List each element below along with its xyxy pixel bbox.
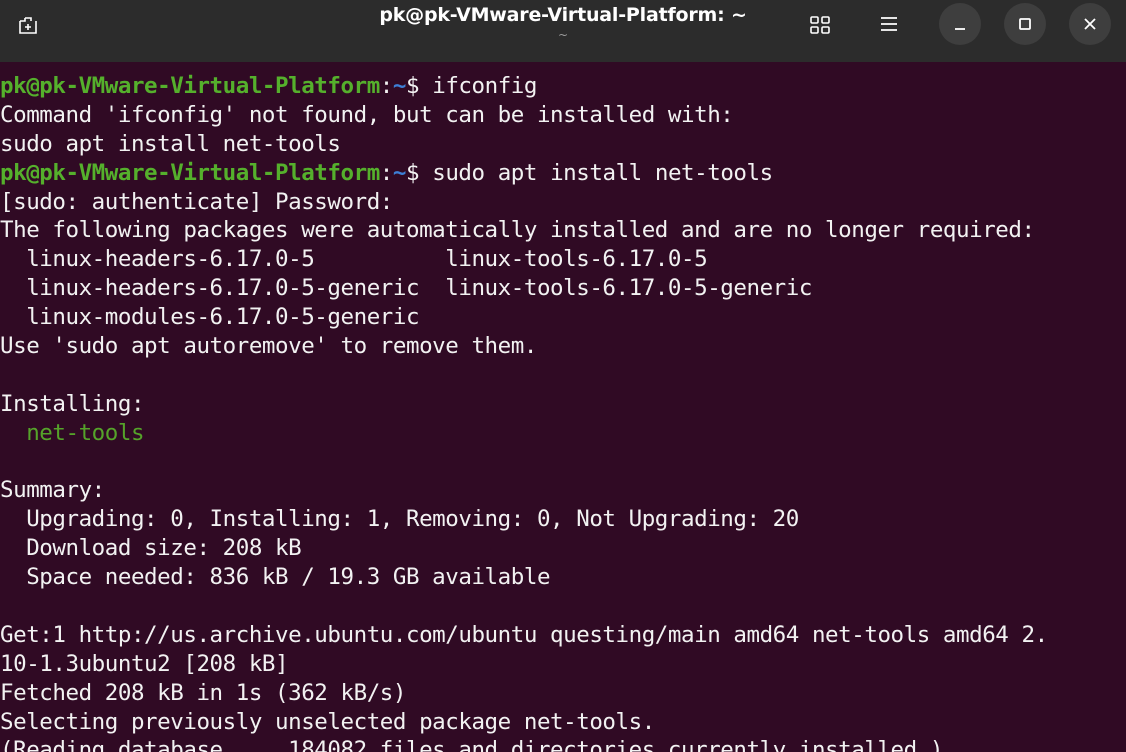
command-text: sudo apt install net-tools xyxy=(432,159,773,186)
view-button[interactable] xyxy=(806,12,834,38)
close-icon xyxy=(1084,18,1096,30)
grid-view-icon xyxy=(810,16,830,34)
output-line: The following packages were automaticall… xyxy=(0,217,1035,244)
output-line: 10-1.3ubuntu2 [208 kB] xyxy=(0,650,289,677)
output-line: Use 'sudo apt autoremove' to remove them… xyxy=(0,333,537,360)
prompt-dollar: $ xyxy=(406,159,433,186)
maximize-icon xyxy=(1019,18,1031,30)
terminal-output[interactable]: pk@pk-VMware-Virtual-Platform:~$ ifconfi… xyxy=(0,62,1126,752)
output-line: (Reading database ... 184082 files and d… xyxy=(0,737,943,752)
output-line: Command 'ifconfig' not found, but can be… xyxy=(0,101,734,128)
output-line: linux-modules-6.17.0-5-generic xyxy=(0,304,420,331)
prompt-user-host: pk@pk-VMware-Virtual-Platform xyxy=(0,73,380,99)
prompt-path: ~ xyxy=(392,159,407,186)
prompt-colon: : xyxy=(379,159,394,186)
output-line: net-tools xyxy=(0,419,1126,448)
output-line: [sudo: authenticate] Password: xyxy=(0,188,393,215)
new-tab-button[interactable] xyxy=(13,13,43,39)
output-line: Summary: xyxy=(0,477,105,504)
close-button[interactable] xyxy=(1069,3,1111,45)
output-line: Upgrading: 0, Installing: 1, Removing: 0… xyxy=(0,506,799,533)
terminal-window: pk@pk-VMware-Virtual-Platform: ~ ~ pk@pk… xyxy=(0,0,1126,752)
output-line: sudo apt install net-tools xyxy=(0,130,341,157)
package-name: net-tools xyxy=(26,419,145,446)
title-bar[interactable]: pk@pk-VMware-Virtual-Platform: ~ ~ xyxy=(0,0,1126,62)
output-line: linux-headers-6.17.0-5-generic linux-too… xyxy=(0,275,812,302)
command-text: ifconfig xyxy=(432,73,537,99)
output-line: linux-headers-6.17.0-5 linux-tools-6.17.… xyxy=(0,246,708,273)
prompt-line: pk@pk-VMware-Virtual-Platform:~$ ifconfi… xyxy=(0,72,1126,101)
menu-button[interactable] xyxy=(874,9,904,39)
output-line: Download size: 208 kB xyxy=(0,535,302,562)
output-line: Fetched 208 kB in 1s (362 kB/s) xyxy=(0,679,406,706)
output-line: Space needed: 836 kB / 19.3 GB available xyxy=(0,564,551,591)
new-tab-icon xyxy=(19,17,37,34)
prompt-line: pk@pk-VMware-Virtual-Platform:~$ sudo ap… xyxy=(0,159,1126,188)
prompt-user-host: pk@pk-VMware-Virtual-Platform xyxy=(0,159,380,186)
hamburger-menu-icon xyxy=(881,17,897,31)
prompt-dollar: $ xyxy=(406,73,433,99)
prompt-path: ~ xyxy=(392,73,407,99)
minimize-button[interactable] xyxy=(939,3,981,45)
output-line: Get:1 http://us.archive.ubuntu.com/ubunt… xyxy=(0,621,1048,648)
maximize-button[interactable] xyxy=(1004,3,1046,45)
minimize-icon xyxy=(955,28,965,30)
output-line: Installing: xyxy=(0,390,145,417)
output-line: Selecting previously unselected package … xyxy=(0,708,655,735)
prompt-colon: : xyxy=(379,73,394,99)
